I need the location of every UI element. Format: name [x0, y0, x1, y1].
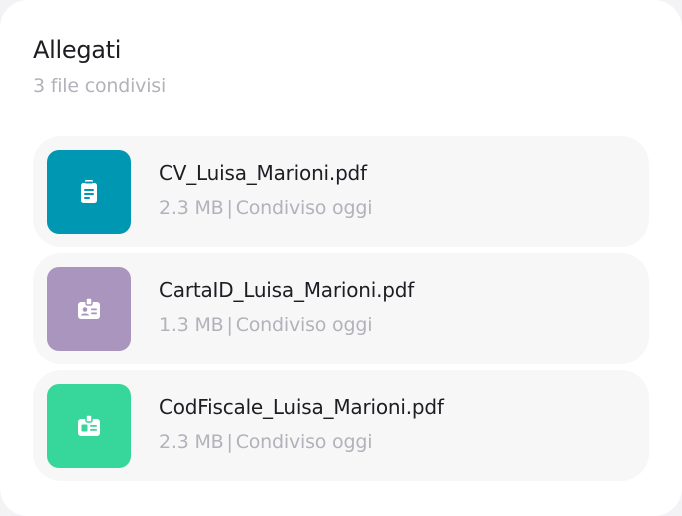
- page-title: Allegati: [33, 36, 122, 64]
- file-count: 3 file condivisi: [33, 75, 167, 97]
- meta-separator: |: [226, 314, 233, 336]
- file-name: CartaID_Luisa_Marioni.pdf: [159, 278, 415, 302]
- file-list: CV_Luisa_Marioni.pdf 2.3 MB | Condiviso og…: [33, 136, 649, 487]
- shared-date: Condiviso oggi: [235, 197, 373, 219]
- file-name: CodFiscale_Luisa_Marioni.pdf: [159, 395, 444, 419]
- file-size: 2.3 MB: [159, 431, 224, 453]
- file-size: 1.3 MB: [159, 314, 224, 336]
- file-size: 2.3 MB: [159, 197, 224, 219]
- attachments-card: Allegati 3 file condivisi CV_Luisa_Mario…: [0, 0, 682, 516]
- shared-date: Condiviso oggi: [235, 314, 373, 336]
- clipboard-icon: [81, 180, 97, 203]
- id-badge-icon: [78, 297, 100, 319]
- meta-separator: |: [226, 431, 233, 453]
- file-icon-tile: [47, 384, 131, 468]
- file-icon-tile: [47, 150, 131, 234]
- file-meta: 1.3 MB | Condiviso oggi: [159, 314, 372, 336]
- file-meta: 2.3 MB | Condiviso oggi: [159, 431, 372, 453]
- id-card-icon: [78, 414, 100, 436]
- file-item-cod-fiscale[interactable]: CodFiscale_Luisa_Marioni.pdf 2.3 MB | Cond…: [33, 370, 649, 481]
- file-meta: 2.3 MB | Condiviso oggi: [159, 197, 372, 219]
- file-icon-tile: [47, 267, 131, 351]
- shared-date: Condiviso oggi: [235, 431, 373, 453]
- meta-separator: |: [226, 197, 233, 219]
- file-item-cv[interactable]: CV_Luisa_Marioni.pdf 2.3 MB | Condiviso og…: [33, 136, 649, 247]
- file-item-carta-id[interactable]: CartaID_Luisa_Marioni.pdf 1.3 MB | Condivi…: [33, 253, 649, 364]
- file-name: CV_Luisa_Marioni.pdf: [159, 161, 367, 185]
